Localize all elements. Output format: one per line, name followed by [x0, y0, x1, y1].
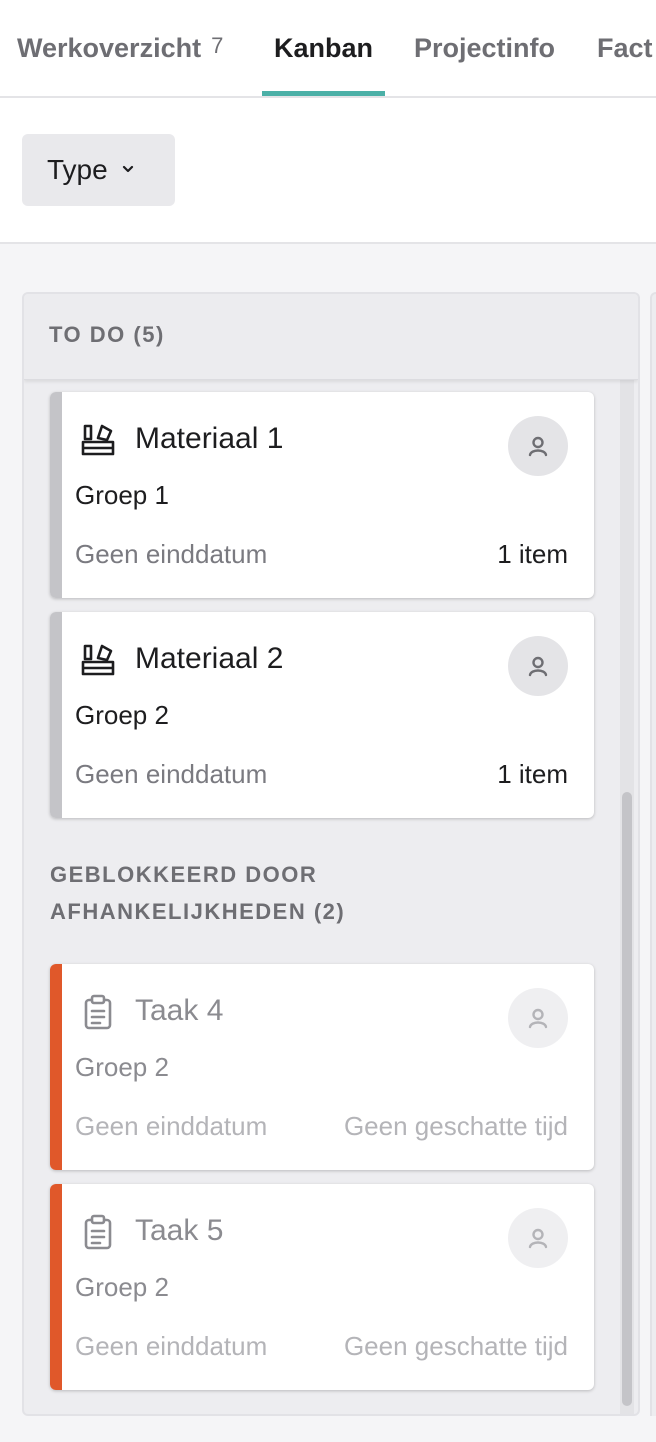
column-title: TO DO (5): [49, 322, 165, 347]
card-title: Taak 5: [135, 1214, 224, 1247]
card-due-date: Geen einddatum: [75, 759, 268, 789]
blocked-section-title: GEBLOKKEERD DOOR AFHANKELIJKHEDEN (2): [50, 862, 346, 924]
assignee-avatar[interactable]: [508, 1208, 568, 1268]
scrollbar-thumb[interactable]: [622, 792, 632, 1406]
material-icon: [81, 424, 115, 456]
filter-bar: Type: [0, 98, 656, 244]
assignee-avatar[interactable]: [508, 988, 568, 1048]
card-group: Groep 2: [75, 700, 169, 730]
chevron-down-icon: [122, 165, 133, 173]
type-filter-label: Type: [47, 154, 108, 185]
kanban-column-todo: TO DO (5) Materiaal 1 Groep 1 Geen eindd…: [22, 292, 640, 1416]
card-due-date: Geen einddatum: [75, 539, 268, 569]
kanban-card-blocked[interactable]: Taak 4 Groep 2 Geen einddatum Geen gesch…: [50, 964, 594, 1170]
user-icon: [528, 1008, 548, 1029]
card-group: Groep 2: [75, 1052, 169, 1082]
tab-werkoverzicht[interactable]: Werkoverzicht 7: [17, 0, 223, 96]
card-due-date: Geen einddatum: [75, 1111, 268, 1141]
tab-label: Kanban: [274, 33, 374, 63]
card-item-count: 1 item: [497, 759, 568, 789]
tab-bar: Werkoverzicht 7 Kanban Projectinfo Fact: [0, 0, 656, 98]
clipboard-icon: [84, 994, 112, 1030]
card-group: Groep 2: [75, 1272, 169, 1302]
card-title: Materiaal 1: [135, 422, 284, 455]
material-icon: [81, 644, 115, 676]
tab-count-badge: 7: [211, 33, 224, 58]
tab-kanban[interactable]: Kanban: [261, 0, 386, 96]
blocked-stripe: [50, 1184, 62, 1390]
kanban-card[interactable]: Materiaal 1 Groep 1 Geen einddatum 1 ite…: [50, 392, 594, 598]
card-due-date: Geen einddatum: [75, 1331, 268, 1361]
card-title: Materiaal 2: [135, 642, 284, 675]
card-estimated-time: Geen geschatte tijd: [343, 1111, 568, 1141]
tab-projectinfo[interactable]: Projectinfo: [414, 0, 555, 96]
assignee-avatar[interactable]: [508, 636, 568, 696]
user-icon: [528, 1228, 548, 1249]
type-filter-dropdown[interactable]: Type: [22, 134, 175, 206]
column-scrollbar[interactable]: [620, 380, 634, 1414]
tab-label: Projectinfo: [414, 33, 556, 63]
column-header: TO DO (5): [24, 294, 638, 380]
user-icon: [528, 656, 548, 677]
user-icon: [528, 436, 548, 457]
clipboard-icon: [84, 1214, 112, 1250]
tab-label: Werkoverzicht: [17, 33, 202, 63]
kanban-card-blocked[interactable]: Taak 5 Groep 2 Geen einddatum Geen gesch…: [50, 1184, 594, 1390]
blocked-stripe: [50, 964, 62, 1170]
status-stripe: [50, 612, 62, 818]
card-estimated-time: Geen geschatte tijd: [343, 1331, 568, 1361]
tab-facturen[interactable]: Fact: [597, 0, 653, 96]
status-stripe: [50, 392, 62, 598]
kanban-card[interactable]: Materiaal 2 Groep 2 Geen einddatum 1 ite…: [50, 612, 594, 818]
assignee-avatar[interactable]: [508, 416, 568, 476]
card-title: Taak 4: [135, 994, 224, 1027]
card-item-count: 1 item: [497, 539, 568, 569]
next-column-edge: [650, 292, 656, 1416]
card-group: Groep 1: [75, 480, 169, 510]
tab-label: Fact: [597, 33, 653, 63]
